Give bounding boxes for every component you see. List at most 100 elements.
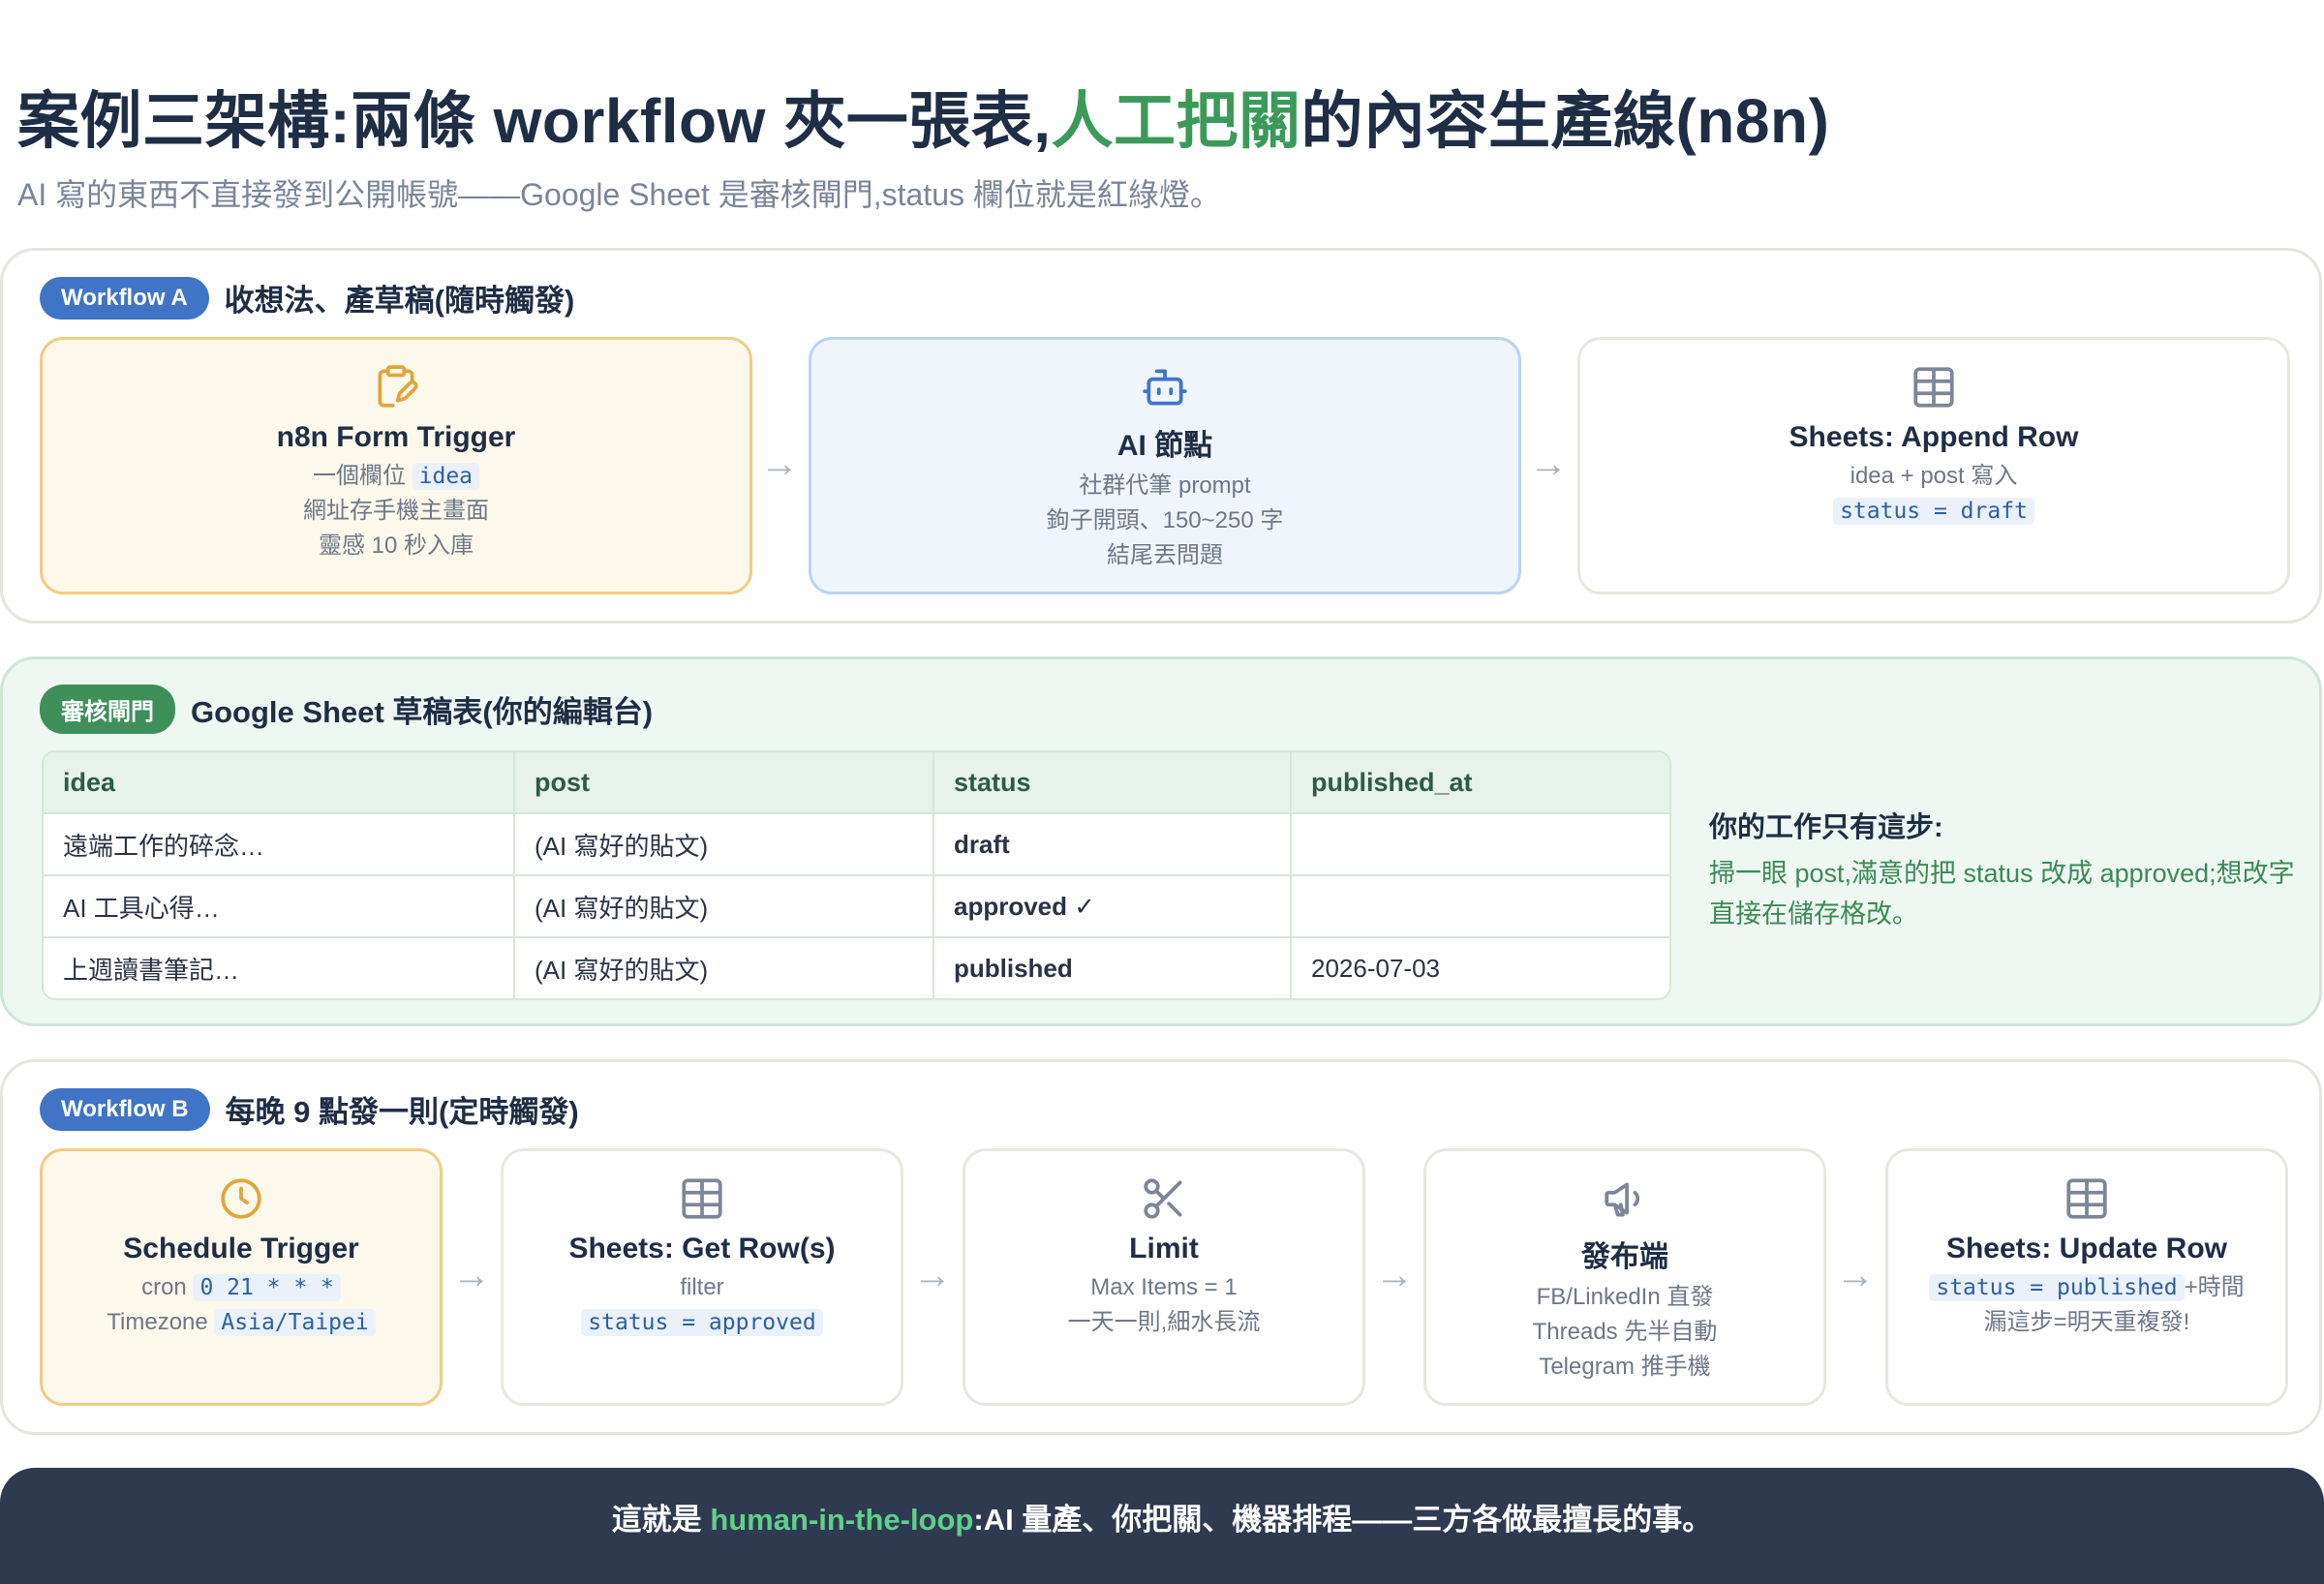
- node-line: cron 0 21 * * *: [43, 1274, 440, 1301]
- cell-published-at[interactable]: 2026-07-03: [1291, 936, 1669, 998]
- cell-post[interactable]: (AI 寫好的貼文): [514, 874, 934, 937]
- node-publisher[interactable]: 發布端 FB/LinkedIn 直發 Threads 先半自動 Telegram…: [1423, 1148, 1826, 1406]
- node-line: 網址存手機主畫面: [303, 498, 489, 524]
- node-line: filter: [680, 1274, 724, 1300]
- cell-post[interactable]: (AI 寫好的貼文): [514, 812, 934, 875]
- cell-status[interactable]: published: [933, 936, 1292, 998]
- node-line: 漏這步=明天重複發!: [1983, 1309, 2190, 1335]
- workflow-a-header: Workflow A 收想法、產草稿(隨時觸發): [40, 276, 574, 320]
- node-line: Telegram 推手機: [1539, 1354, 1711, 1380]
- node-name: Sheets: Update Row: [1945, 1233, 2228, 1264]
- node-line-text: 一個欄位: [312, 463, 406, 489]
- node-line: 結尾丟問題: [1107, 542, 1223, 568]
- node-line-text: +時間: [2184, 1274, 2245, 1300]
- node-line: 一天一則,細水長流: [1067, 1309, 1261, 1335]
- footer-banner: 這就是 human-in-the-loop:AI 量產、你把關、機器排程——三方…: [0, 1468, 2324, 1584]
- code-value: status = draft: [1833, 498, 2034, 525]
- node-line: 社群代筆 prompt: [1079, 472, 1251, 499]
- node-name: Sheets: Append Row: [1789, 421, 2079, 453]
- note-title: 你的工作只有這步:: [1709, 812, 1943, 843]
- title-highlight: 人工把關: [1051, 86, 1301, 156]
- table-row[interactable]: 上週讀書筆記… (AI 寫好的貼文) published 2026-07-03: [44, 936, 1669, 998]
- arrow-right-icon: →: [913, 1254, 952, 1296]
- code-value: status = approved: [581, 1309, 823, 1336]
- node-schedule-trigger[interactable]: Schedule Trigger cron 0 21 * * * Timezon…: [40, 1148, 443, 1406]
- node-name: Sheets: Get Row(s): [568, 1233, 836, 1264]
- code-value: 0 21 * * *: [193, 1274, 341, 1301]
- table-row[interactable]: AI 工具心得… (AI 寫好的貼文) approved ✓: [44, 874, 1669, 937]
- arrow-right-icon: →: [1529, 442, 1568, 485]
- review-gate-badge: 審核閘門: [40, 685, 175, 734]
- node-limit[interactable]: Limit Max Items = 1 一天一則,細水長流: [963, 1148, 1365, 1406]
- note-body: 掃一眼 post,滿意的把 status 改成 approved;想改字直接在儲…: [1709, 859, 2295, 929]
- arrow-right-icon: →: [452, 1254, 491, 1296]
- footer-prefix: 這就是: [611, 1503, 711, 1537]
- node-line: 一個欄位 idea: [43, 463, 749, 490]
- node-line: status = published +時間: [1888, 1274, 2285, 1301]
- review-gate-title: Google Sheet 草稿表(你的編輯台): [191, 695, 654, 729]
- table-icon: [682, 1178, 722, 1219]
- node-name: Limit: [1129, 1233, 1199, 1264]
- node-line-text: Timezone: [107, 1309, 208, 1335]
- workflow-b-badge: Workflow B: [40, 1087, 210, 1131]
- cell-status[interactable]: approved ✓: [933, 874, 1292, 937]
- title-part1: 案例三架構:兩條 workflow 夾一張表,: [17, 86, 1052, 156]
- column-header: idea: [44, 752, 515, 813]
- cell-post[interactable]: (AI 寫好的貼文): [514, 936, 934, 998]
- cell-published-at[interactable]: [1291, 874, 1669, 937]
- node-line: status = draft: [1580, 498, 2287, 525]
- title-part2: 的內容生產線(n8n): [1300, 86, 1830, 156]
- column-header: status: [933, 752, 1292, 813]
- column-header: post: [514, 752, 934, 813]
- node-sheets-get-rows[interactable]: Sheets: Get Row(s) filter status = appro…: [501, 1148, 903, 1406]
- node-line: FB/LinkedIn 直發: [1536, 1284, 1714, 1310]
- node-line: Max Items = 1: [1090, 1274, 1238, 1300]
- cell-idea[interactable]: AI 工具心得…: [44, 874, 515, 937]
- arrow-right-icon: →: [1836, 1254, 1875, 1296]
- node-name: 發布端: [1581, 1241, 1668, 1273]
- workflow-a-badge: Workflow A: [40, 276, 209, 320]
- node-form-trigger[interactable]: n8n Form Trigger 一個欄位 idea 網址存手機主畫面 靈感 1…: [40, 337, 752, 594]
- column-header: published_at: [1291, 752, 1669, 813]
- scissors-icon: [1144, 1178, 1182, 1219]
- footer-highlight: human-in-the-loop: [710, 1503, 974, 1537]
- cell-idea[interactable]: 上週讀書筆記…: [44, 936, 515, 998]
- table-header-row: idea post status published_at: [44, 752, 1669, 813]
- page-subtitle: AI 寫的東西不直接發到公開帳號——Google Sheet 是審核閘門,sta…: [17, 177, 1221, 212]
- workflow-a-panel: Workflow A 收想法、產草稿(隨時觸發) n8n Form Trigge…: [0, 248, 2322, 624]
- code-value: Asia/Taipei: [214, 1309, 376, 1336]
- workflow-b-panel: Workflow B 每晚 9 點發一則(定時觸發) Schedule Trig…: [0, 1059, 2322, 1435]
- review-gate-panel: 審核閘門 Google Sheet 草稿表(你的編輯台) idea post s…: [0, 656, 2322, 1026]
- megaphone-icon: [1605, 1182, 1640, 1217]
- robot-icon: [1143, 369, 1187, 406]
- table-icon: [2066, 1178, 2107, 1219]
- node-sheets-append[interactable]: Sheets: Append Row idea + post 寫入 status…: [1577, 337, 2290, 594]
- node-line: 靈感 10 秒入庫: [318, 533, 474, 559]
- code-value: status = published: [1929, 1274, 2185, 1301]
- workflow-b-header: Workflow B 每晚 9 點發一則(定時觸發): [40, 1087, 579, 1131]
- node-name: AI 節點: [1116, 430, 1213, 462]
- cell-idea[interactable]: 遠端工作的碎念…: [44, 812, 515, 875]
- workflow-a-title: 收想法、產草稿(隨時觸發): [224, 284, 575, 318]
- cell-published-at[interactable]: [1291, 812, 1669, 875]
- review-gate-header: 審核閘門 Google Sheet 草稿表(你的編輯台): [40, 685, 653, 734]
- node-line: 鉤子開頭、150~250 字: [1046, 507, 1284, 533]
- arrow-right-icon: →: [1375, 1254, 1414, 1296]
- code-value: idea: [412, 463, 480, 490]
- arrow-right-icon: →: [760, 442, 799, 485]
- footer-suffix: :AI 量產、你把關、機器排程——三方各做最擅長的事。: [973, 1503, 1713, 1537]
- draft-sheet-table[interactable]: idea post status published_at 遠端工作的碎念… (…: [42, 750, 1671, 1000]
- node-line: idea + post 寫入: [1850, 463, 2018, 489]
- node-ai[interactable]: AI 節點 社群代筆 prompt 鉤子開頭、150~250 字 結尾丟問題: [809, 337, 1521, 594]
- node-line: Threads 先半自動: [1532, 1319, 1718, 1345]
- cell-status[interactable]: draft: [933, 812, 1292, 875]
- node-name: Schedule Trigger: [123, 1233, 359, 1264]
- workflow-b-title: 每晚 9 點發一則(定時觸發): [225, 1095, 579, 1129]
- node-line-text: cron: [141, 1274, 187, 1300]
- clipboard-pen-icon: [378, 365, 418, 408]
- page-title: 案例三架構:兩條 workflow 夾一張表,人工把關的內容生產線(n8n): [17, 72, 1829, 161]
- table-row[interactable]: 遠端工作的碎念… (AI 寫好的貼文) draft: [44, 812, 1669, 875]
- node-sheets-update-row[interactable]: Sheets: Update Row status = published +時間…: [1885, 1148, 2288, 1406]
- clock-icon: [221, 1178, 261, 1219]
- node-line: status = approved: [504, 1309, 901, 1336]
